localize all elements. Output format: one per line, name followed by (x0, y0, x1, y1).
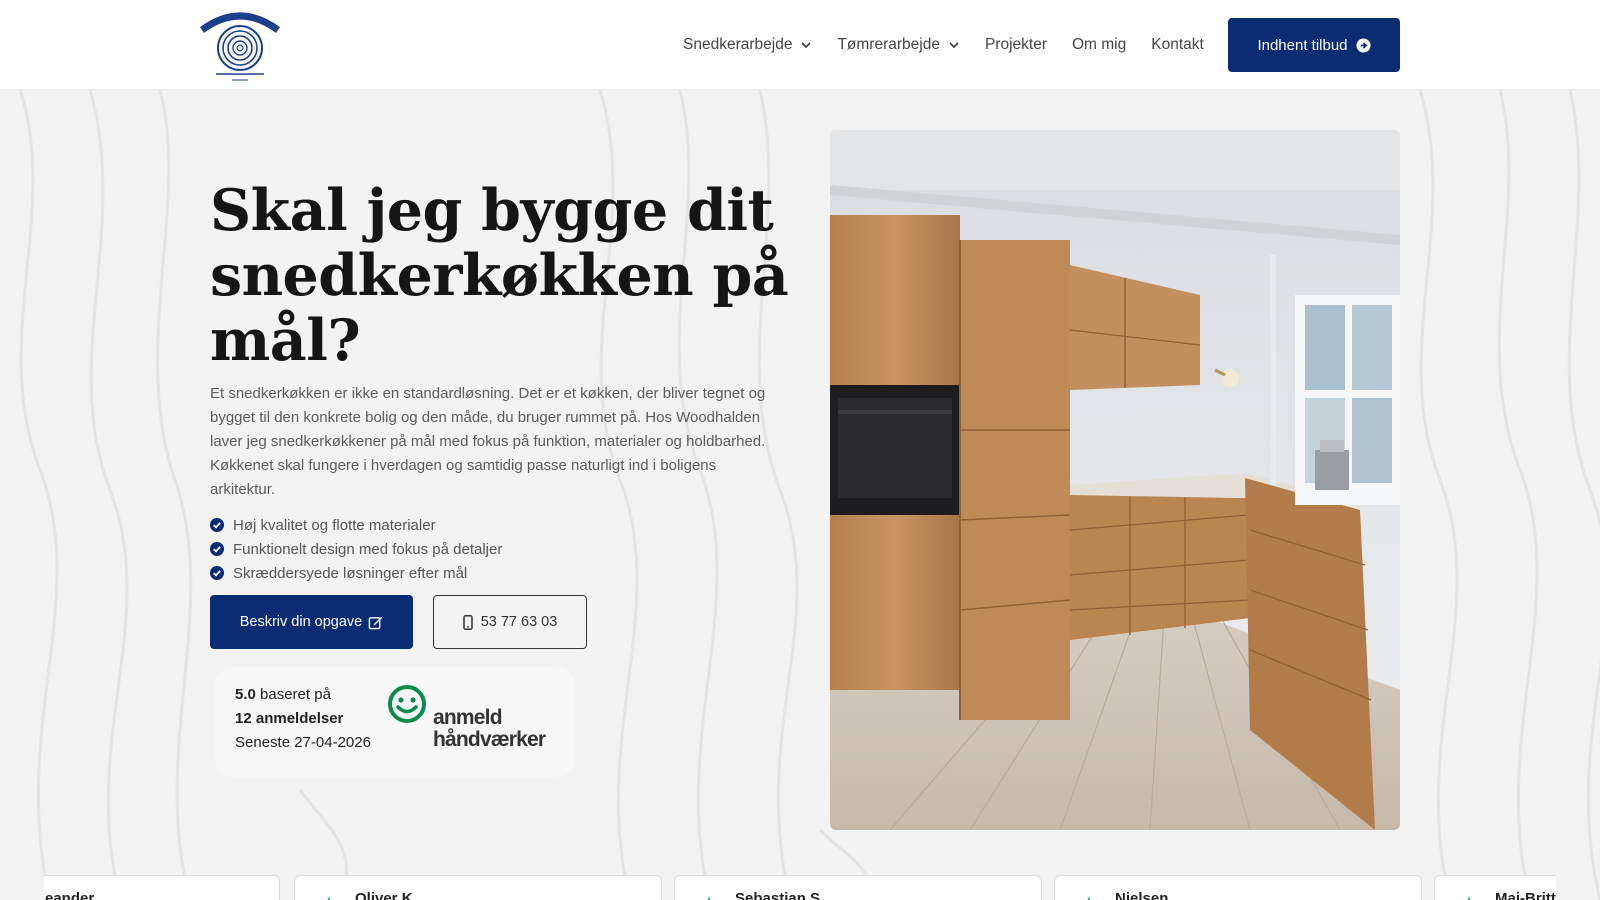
kitchen-photo (830, 130, 1400, 830)
anmeld-haandvaerker-logo: anmeld håndværker (388, 685, 547, 751)
describe-task-button[interactable]: Beskriv din opgave (210, 595, 413, 649)
list-item: Skræddersyede løsninger efter mål (210, 561, 502, 585)
anmeld-text: anmeld (433, 706, 502, 729)
review-card[interactable]: Mai-Britt (1434, 875, 1556, 900)
check-circle-icon (210, 518, 224, 532)
nav-item-label: Om mig (1071, 36, 1127, 53)
nav-item-label: Snedkerarbejde (683, 36, 793, 53)
list-item: Funktionelt design med fokus på detaljer (210, 537, 502, 561)
rating-card[interactable]: 5.0 baseret på 12 anmeldelser Seneste 27… (215, 667, 575, 777)
nav-item-projekter[interactable]: Projekter (985, 36, 1047, 54)
kitchen-illustration (830, 130, 1400, 830)
check-circle-icon (210, 566, 224, 580)
edit-icon (368, 616, 383, 629)
review-author: Sebastian S (735, 890, 821, 900)
star-icon (327, 896, 331, 900)
hero-description: Et snedkerkøkken er ikke en standardløsn… (210, 385, 766, 498)
review-author: eander (45, 890, 95, 900)
feature-checklist: Høj kvalitet og flotte materialer Funkti… (210, 513, 502, 585)
nav-item-om-mig[interactable]: Om mig (1072, 36, 1126, 54)
arrow-circle-right-icon (1356, 37, 1371, 53)
review-author: Mai-Britt (1495, 890, 1556, 900)
checklist-text: Funktionelt design med fokus på detaljer (233, 540, 503, 558)
review-card[interactable]: Nielsen (1054, 875, 1422, 900)
nav-item-kontakt[interactable]: Kontakt (1151, 36, 1204, 54)
review-card[interactable]: Sebastian S (674, 875, 1042, 900)
phone-button[interactable]: 53 77 63 03 (433, 595, 587, 649)
get-quote-label: Indhent tilbud (1257, 36, 1348, 54)
nav-item-snedkerarbejde[interactable]: Snedkerarbejde (683, 36, 812, 54)
check-circle-icon (210, 542, 224, 556)
chevron-down-icon (949, 42, 959, 49)
rating-score: 5.0 (235, 686, 256, 703)
woodhalden-logo[interactable] (198, 8, 282, 84)
nav-item-tomrerarbejde[interactable]: Tømrerarbejde (837, 36, 960, 54)
review-author: Oliver K (355, 890, 413, 900)
rating-summary: 5.0 baseret på 12 anmeldelser Seneste 27… (235, 683, 371, 755)
rating-latest: Seneste 27-04-2026 (235, 734, 371, 751)
checklist-text: Høj kvalitet og flotte materialer (233, 516, 436, 534)
main-nav: Snedkerarbejde Tømrerarbejde Projekter O… (683, 0, 1229, 90)
page-title: Skal jeg bygge dit snedkerkøkken på mål? (210, 177, 789, 374)
reviews-carousel[interactable]: eander Oliver K Sebastian S Nielsen Mai-… (44, 875, 1556, 900)
star-icon (1087, 896, 1091, 900)
star-icon (1467, 896, 1471, 900)
get-quote-button[interactable]: Indhent tilbud (1228, 18, 1400, 72)
chevron-down-icon (801, 42, 812, 49)
list-item: Høj kvalitet og flotte materialer (210, 513, 502, 537)
checklist-text: Skræddersyede løsninger efter mål (233, 564, 468, 582)
mobile-phone-icon (462, 614, 473, 630)
rating-count: 12 anmeldelser (235, 710, 344, 727)
site-header: Snedkerarbejde Tømrerarbejde Projekter O… (0, 0, 1600, 90)
nav-item-label: Kontakt (1151, 36, 1204, 53)
haandvaerker-text: håndværker (433, 728, 546, 751)
phone-number: 53 77 63 03 (480, 614, 558, 630)
describe-task-label: Beskriv din opgave (239, 614, 363, 630)
review-card[interactable]: Oliver K (294, 875, 662, 900)
nav-item-label: Tømrerarbejde (837, 36, 940, 53)
rating-based-on: baseret på (260, 686, 331, 703)
review-author: Nielsen (1115, 890, 1169, 900)
review-card[interactable]: eander (44, 875, 280, 900)
nav-item-label: Projekter (984, 36, 1047, 53)
star-icon (707, 896, 711, 900)
